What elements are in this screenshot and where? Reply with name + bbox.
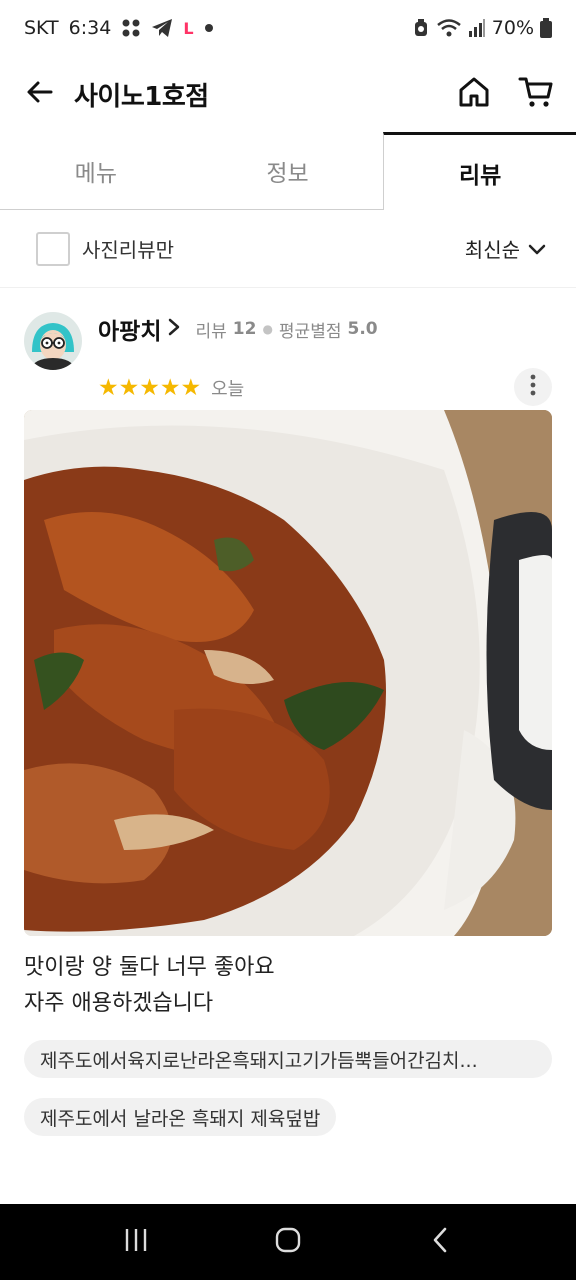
- avg-rating-label: 평균별점: [278, 321, 342, 342]
- header-actions: [454, 74, 556, 114]
- separator-dot: ●: [262, 322, 273, 336]
- review-date: 오늘: [211, 379, 245, 400]
- review-count-label: 리뷰: [195, 321, 227, 342]
- chevron-right-icon[interactable]: [167, 318, 181, 340]
- signal-icon: [468, 18, 486, 38]
- back-arrow-icon: [25, 77, 55, 111]
- more-vertical-icon: [530, 374, 536, 400]
- avg-rating-value: 5.0: [347, 319, 378, 339]
- battery-icon: [540, 18, 552, 38]
- photo-review-only-checkbox[interactable]: [36, 231, 70, 266]
- back-nav-button[interactable]: [410, 1212, 470, 1272]
- rating-row: ★★★★★ 오늘: [98, 374, 244, 402]
- grid-icon: [121, 18, 141, 38]
- recent-apps-icon: [123, 1227, 149, 1257]
- sort-dropdown[interactable]: 최신순: [465, 234, 546, 263]
- time-label: 6:34: [68, 17, 112, 39]
- home-nav-button[interactable]: [258, 1212, 318, 1272]
- status-left: SKT 6:34 L: [24, 17, 214, 39]
- alarm-icon: [412, 18, 430, 38]
- review-photo[interactable]: [24, 410, 552, 936]
- reviewer-name-row: 아팡치 리뷰 12 ● 평균별점 5.0: [98, 312, 378, 346]
- page-title: 사이노1호점: [74, 81, 209, 112]
- store-tabs: 메뉴 정보 리뷰: [0, 132, 576, 210]
- sort-label: 최신순: [464, 238, 520, 262]
- tab-menu[interactable]: 메뉴: [0, 132, 192, 210]
- review-count-value: 12: [232, 319, 257, 339]
- battery-percent: 70%: [491, 17, 534, 39]
- photo-review-only-label[interactable]: 사진리뷰만: [82, 234, 174, 263]
- tab-reviews[interactable]: 리뷰: [383, 132, 576, 210]
- star-rating-icons: ★★★★★: [98, 374, 202, 401]
- status-right: 70%: [412, 17, 552, 39]
- cart-button[interactable]: [516, 74, 556, 114]
- back-nav-icon: [430, 1226, 450, 1258]
- menu-chip[interactable]: 제주도에서육지로난라온흑돼지고기가듬뿍들어간김치...: [24, 1040, 552, 1078]
- wifi-icon: [436, 18, 462, 38]
- system-nav-bar: [0, 1204, 576, 1280]
- app-header: 사이노1호점: [0, 56, 576, 132]
- tab-info[interactable]: 정보: [191, 132, 384, 210]
- dot-icon: [204, 23, 214, 33]
- reviewer-header: 아팡치 리뷰 12 ● 평균별점 5.0 ★★★★★ 오늘: [24, 312, 552, 406]
- review-text-line-1: 맛이랑 양 둘다 너무 좋아요: [24, 955, 275, 980]
- review-text: 맛이랑 양 둘다 너무 좋아요 자주 애용하겠습니다: [24, 950, 552, 1022]
- recent-apps-button[interactable]: [106, 1212, 166, 1272]
- avatar[interactable]: [24, 312, 82, 370]
- reviewer-meta: 리뷰 12 ● 평균별점 5.0: [195, 317, 377, 342]
- status-bar: SKT 6:34 L 70%: [0, 0, 576, 56]
- review-text-line-2: 자주 애용하겠습니다: [24, 991, 214, 1016]
- chevron-down-icon: [528, 237, 546, 261]
- more-options-button[interactable]: [514, 368, 552, 406]
- reviewer-name[interactable]: 아팡치: [98, 312, 161, 346]
- home-icon: [457, 75, 491, 113]
- menu-chip[interactable]: 제주도에서 날라온 흑돼지 제육덮밥: [24, 1098, 337, 1136]
- carrier-label: SKT: [24, 17, 59, 39]
- home-button[interactable]: [454, 74, 494, 114]
- home-nav-icon: [274, 1226, 302, 1258]
- telegram-icon: [151, 18, 173, 38]
- l-app-icon: L: [183, 18, 194, 38]
- back-button[interactable]: [20, 74, 60, 114]
- cart-icon: [518, 75, 554, 113]
- review-filter-row: 사진리뷰만 최신순: [0, 210, 576, 288]
